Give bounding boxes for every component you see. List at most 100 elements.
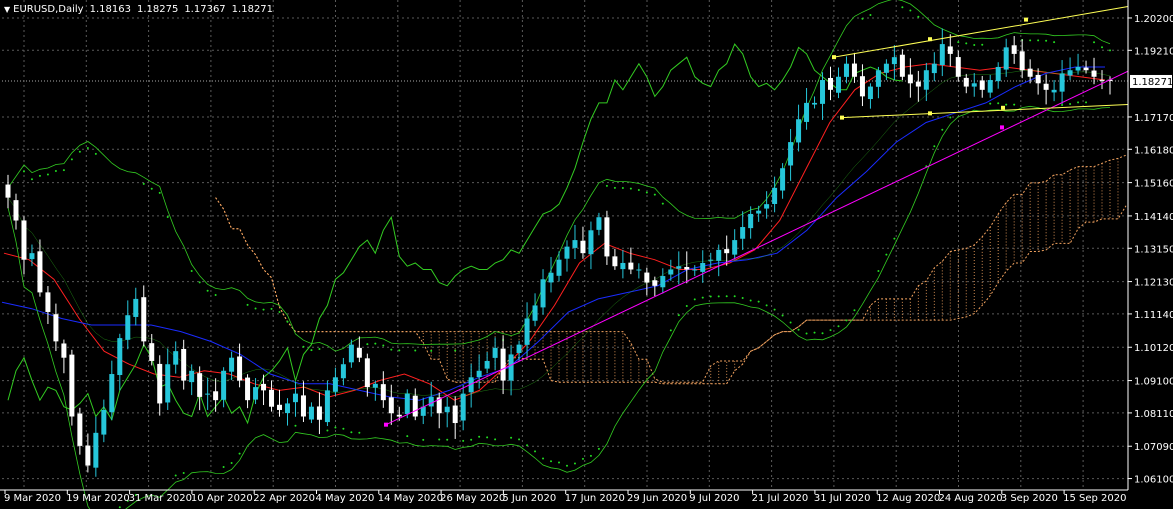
parabolic-sar-dot <box>597 447 600 450</box>
parabolic-sar-dot <box>757 300 760 303</box>
bearish-candle <box>245 377 251 401</box>
bullish-candle <box>532 305 538 321</box>
bullish-candle <box>189 370 195 383</box>
parabolic-sar-dot <box>222 465 225 468</box>
bearish-candle <box>213 391 219 401</box>
bearish-candle <box>261 383 267 391</box>
current-price-label: 1.18271 <box>1132 77 1173 88</box>
bullish-candle <box>516 344 522 353</box>
bearish-candle <box>644 272 650 283</box>
parabolic-sar-dot <box>1005 103 1008 106</box>
bullish-candle <box>676 266 682 269</box>
symbol-timeframe-label[interactable]: EURUSD,Daily <box>13 4 83 15</box>
parabolic-sar-dot <box>366 343 369 346</box>
bullish-candle <box>1059 73 1065 92</box>
symbol-menu-arrow-icon[interactable]: ▼ <box>4 3 10 17</box>
parabolic-sar-dot <box>821 332 824 335</box>
parabolic-sar-dot <box>22 170 25 173</box>
parabolic-sar-dot <box>142 182 145 185</box>
bearish-candle <box>684 267 690 270</box>
bearish-candle <box>13 200 19 221</box>
parabolic-sar-dot <box>302 345 305 348</box>
bullish-candle <box>971 83 977 87</box>
bearish-candle <box>955 57 961 77</box>
parabolic-sar-dot <box>733 295 736 298</box>
parabolic-sar-dot <box>542 457 545 460</box>
bullish-candle <box>668 269 674 275</box>
parabolic-sar-dot <box>182 471 185 474</box>
parabolic-sar-dot <box>246 303 249 306</box>
parabolic-sar-dot <box>1029 39 1032 42</box>
x-tick-label: 29 Jun 2020 <box>627 493 687 504</box>
bullish-candle <box>444 406 450 413</box>
bullish-candle <box>756 210 762 214</box>
parabolic-sar-dot <box>853 309 856 312</box>
bullish-candle <box>804 102 810 122</box>
parabolic-sar-dot <box>38 174 41 177</box>
bearish-candle <box>388 397 394 414</box>
parabolic-sar-dot <box>390 348 393 351</box>
parabolic-sar-dot <box>1101 46 1104 49</box>
y-tick-label: 1.08110 <box>1134 409 1173 420</box>
bearish-candle <box>356 347 362 358</box>
bullish-candle <box>636 269 642 271</box>
bearish-candle <box>396 414 402 417</box>
x-tick-label: 9 Mar 2020 <box>4 493 61 504</box>
bullish-candle <box>508 354 514 381</box>
parabolic-sar-dot <box>526 444 529 447</box>
indicator-lines <box>1 0 1111 509</box>
bearish-candle <box>85 445 91 466</box>
bearish-candle <box>181 348 187 381</box>
bearish-candle <box>899 54 905 77</box>
parabolic-sar-dot <box>829 329 832 332</box>
bearish-candle <box>724 249 730 254</box>
parabolic-sar-dot <box>805 332 808 335</box>
y-tick-label: 1.10120 <box>1134 343 1173 354</box>
bullish-candle <box>923 70 929 90</box>
bullish-candle <box>843 63 849 77</box>
current-price-tag: 1.18271 <box>1130 74 1173 88</box>
bullish-candle <box>404 393 410 415</box>
parabolic-sar-dot <box>198 281 201 284</box>
bearish-candle <box>851 63 857 77</box>
parabolic-sar-dot <box>629 187 632 190</box>
x-tick-label: 21 Jul 2020 <box>752 493 809 504</box>
parabolic-sar-dot <box>486 436 489 439</box>
bullish-candle <box>995 66 1001 82</box>
bullish-candle <box>556 259 562 276</box>
parabolic-sar-dot <box>725 295 728 298</box>
bearish-candle <box>141 297 147 342</box>
bullish-candle <box>221 370 227 400</box>
parabolic-sar-dot <box>318 347 321 350</box>
chart-window[interactable]: 1.20200 1.19210 1.17170 1.16180 1.15160 1.141… <box>0 0 1173 509</box>
parabolic-sar-dot <box>797 328 800 331</box>
parabolic-sar-dot <box>270 307 273 310</box>
parabolic-sar-dot <box>989 102 992 105</box>
price-chart[interactable]: 1.20200 1.19210 1.17170 1.16180 1.15160 1.141… <box>0 0 1173 509</box>
bearish-candle <box>21 220 27 260</box>
bearish-candle <box>37 251 43 293</box>
parabolic-sar-dot <box>709 295 712 298</box>
parabolic-sar-dot <box>1109 49 1111 52</box>
parabolic-sar-dot <box>701 296 704 299</box>
parabolic-sar-dot <box>254 307 257 310</box>
parabolic-sar-dot <box>869 14 872 17</box>
bearish-candle <box>69 354 75 417</box>
parabolic-sar-dot <box>877 270 880 273</box>
parabolic-sar-dot <box>653 193 656 196</box>
parabolic-sar-dot <box>661 202 664 205</box>
bearish-candle <box>907 74 913 84</box>
parabolic-sar-dot <box>741 297 744 300</box>
parabolic-sar-dot <box>158 191 161 194</box>
parabolic-sar-dot <box>382 344 385 347</box>
parabolic-sar-dot <box>86 147 89 150</box>
x-tick-label: 5 Jun 2020 <box>502 493 556 504</box>
parabolic-sar-dot <box>294 424 297 427</box>
bullish-candle <box>772 187 778 204</box>
parabolic-sar-dot <box>534 450 537 453</box>
parabolic-sar-dot <box>422 438 425 441</box>
bullish-candle <box>660 276 666 288</box>
parabolic-sar-dot <box>470 438 473 441</box>
bullish-candle <box>332 377 338 392</box>
bullish-candle <box>29 253 35 260</box>
